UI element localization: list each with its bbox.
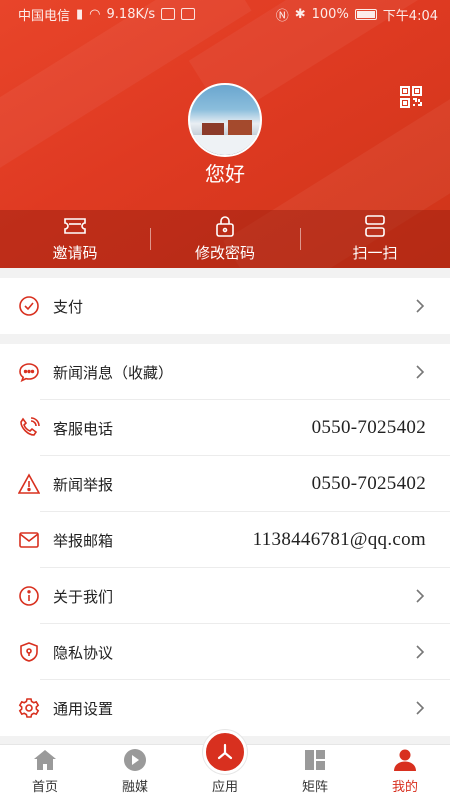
quick-action-bar: 邀请码 修改密码 扫一扫 bbox=[0, 210, 450, 268]
carrier-label: 中国电信 bbox=[18, 8, 71, 24]
battery-icon bbox=[354, 8, 377, 20]
pay-label: 支付 bbox=[53, 297, 84, 316]
message-icon bbox=[17, 360, 41, 384]
home-icon bbox=[34, 750, 56, 770]
tab-media[interactable]: 融媒 bbox=[90, 745, 180, 800]
status-bar: 中国电信 ▮ ◠ 9.18K/s Ⓝ ✱ 100% 下午4:04 bbox=[0, 0, 450, 28]
info-icon bbox=[17, 584, 41, 608]
report-email-value[interactable]: 1138446781@qq.com bbox=[253, 529, 426, 551]
chevron-right-icon bbox=[416, 645, 425, 659]
lock-icon bbox=[216, 216, 234, 237]
menu-item-general-settings[interactable]: 通用设置 bbox=[0, 680, 450, 736]
menu-item-label: 客服电话 bbox=[53, 419, 114, 438]
menu-item-news-favorites[interactable]: 新闻消息（收藏） bbox=[0, 344, 450, 400]
warning-icon bbox=[17, 472, 41, 496]
report-phone-value[interactable]: 0550-7025402 bbox=[312, 473, 426, 495]
chevron-right-icon bbox=[416, 365, 425, 379]
menu-item-label: 关于我们 bbox=[53, 587, 114, 606]
check-circle-icon bbox=[17, 294, 41, 318]
pay-section: 支付 bbox=[0, 278, 450, 334]
chevron-right-icon bbox=[416, 589, 425, 603]
menu-item-label: 举报邮箱 bbox=[53, 531, 114, 550]
menu-item-label: 新闻消息（收藏） bbox=[53, 363, 174, 382]
menu-item-about-us[interactable]: 关于我们 bbox=[0, 568, 450, 624]
wifi-icon: ◠ bbox=[89, 6, 101, 22]
menu-item-label: 新闻举报 bbox=[53, 475, 114, 494]
invite-code-label: 邀请码 bbox=[52, 244, 98, 262]
menu-item-label: 隐私协议 bbox=[53, 643, 114, 662]
mail-icon bbox=[17, 528, 41, 552]
qr-code-icon[interactable] bbox=[399, 85, 423, 109]
scan-button[interactable]: 扫一扫 bbox=[300, 210, 450, 268]
gear-icon bbox=[17, 696, 41, 720]
tab-mine[interactable]: 我的 bbox=[360, 745, 450, 800]
play-icon bbox=[124, 749, 146, 771]
nfc-icon: Ⓝ bbox=[275, 8, 289, 24]
app-icon bbox=[203, 730, 247, 774]
greeting-text: 您好 bbox=[205, 162, 245, 186]
tab-matrix[interactable]: 矩阵 bbox=[270, 745, 360, 800]
phone-icon bbox=[17, 416, 41, 440]
tab-apps[interactable]: 应用 bbox=[180, 730, 270, 800]
menu-item-label: 通用设置 bbox=[53, 699, 114, 718]
net-speed: 9.18K/s bbox=[106, 6, 156, 22]
notification-icon bbox=[181, 8, 196, 20]
menu-item-service-phone[interactable]: 客服电话 0550-7025402 bbox=[0, 400, 450, 456]
menu-item-report-email[interactable]: 举报邮箱 1138446781@qq.com bbox=[0, 512, 450, 568]
tab-label: 矩阵 bbox=[301, 780, 328, 795]
user-icon bbox=[394, 749, 416, 771]
ticket-icon bbox=[64, 218, 86, 234]
battery-percent: 100% bbox=[311, 6, 349, 22]
tab-label: 我的 bbox=[391, 780, 418, 795]
chevron-right-icon bbox=[416, 701, 425, 715]
grid-icon bbox=[305, 750, 325, 770]
pay-row[interactable]: 支付 bbox=[0, 278, 450, 334]
usb-icon bbox=[161, 8, 176, 20]
scan-label: 扫一扫 bbox=[352, 244, 398, 262]
change-password-button[interactable]: 修改密码 bbox=[150, 210, 300, 268]
invite-code-button[interactable]: 邀请码 bbox=[0, 210, 150, 268]
signal-icon: ▮ bbox=[76, 6, 84, 22]
chevron-right-icon bbox=[416, 299, 425, 313]
shield-icon bbox=[17, 640, 41, 664]
menu-item-privacy[interactable]: 隐私协议 bbox=[0, 624, 450, 680]
change-password-label: 修改密码 bbox=[194, 244, 255, 262]
tab-label: 融媒 bbox=[121, 780, 148, 795]
menu-list: 新闻消息（收藏） 客服电话 0550-7025402 新闻举报 0550-702… bbox=[0, 344, 450, 736]
tab-label: 应用 bbox=[211, 780, 238, 795]
bluetooth-icon: ✱ bbox=[294, 6, 306, 22]
menu-item-news-report[interactable]: 新闻举报 0550-7025402 bbox=[0, 456, 450, 512]
profile-header: 中国电信 ▮ ◠ 9.18K/s Ⓝ ✱ 100% 下午4:04 您好 邀请码 … bbox=[0, 0, 450, 268]
bottom-tab-bar: 首页 融媒 应用 矩阵 我的 bbox=[0, 730, 450, 800]
service-phone-value[interactable]: 0550-7025402 bbox=[312, 417, 426, 439]
scan-icon bbox=[365, 215, 385, 237]
tab-home[interactable]: 首页 bbox=[0, 745, 90, 800]
avatar[interactable] bbox=[188, 83, 262, 157]
tab-label: 首页 bbox=[31, 780, 58, 795]
clock: 下午4:04 bbox=[382, 8, 438, 24]
